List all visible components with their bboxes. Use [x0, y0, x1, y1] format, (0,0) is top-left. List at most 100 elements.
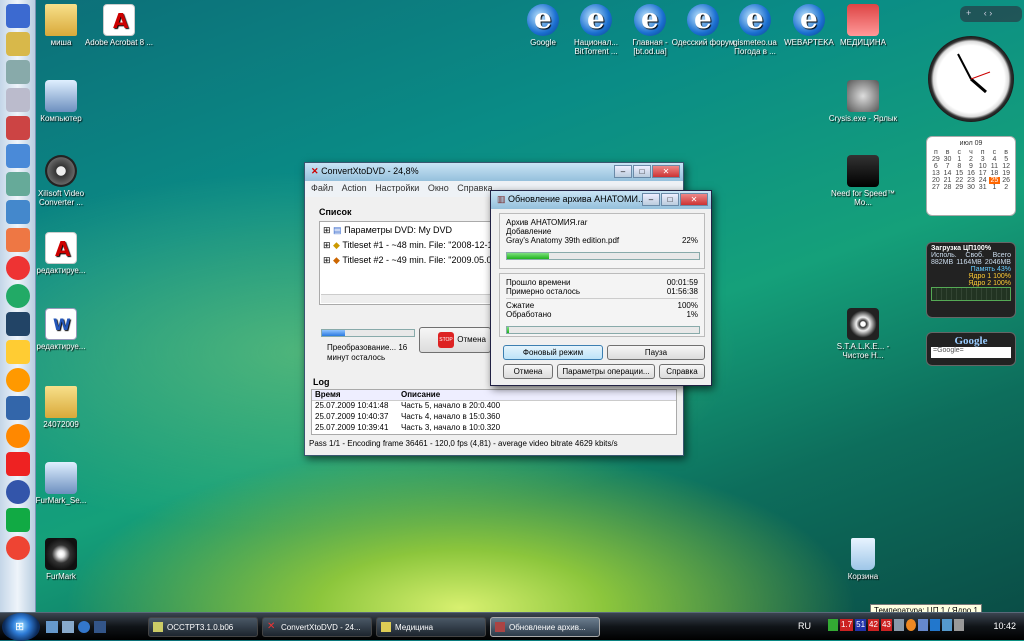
show-desktop-icon[interactable]: [46, 621, 58, 633]
taskbar-item-winrar[interactable]: Обновление архив...: [490, 617, 600, 637]
log-col-time[interactable]: Время: [312, 390, 398, 400]
winrar-window: ▥ Обновление архива АНАТОМИ... – □ ✕ Архив…: [490, 190, 712, 386]
minimize-button[interactable]: –: [614, 165, 632, 178]
winrar-icon: [495, 622, 505, 632]
tree-scrollbar[interactable]: [321, 294, 491, 303]
word-icon[interactable]: [94, 621, 106, 633]
status-bar: Pass 1/1 - Encoding frame 36461 - 120,0 …: [309, 439, 618, 448]
desktop-icon-stalker[interactable]: S.T.A.L.K.E... - Чистое Н...: [828, 308, 898, 360]
winrar-icon: ▥: [497, 194, 506, 204]
operation-options-button[interactable]: Параметры операции...: [557, 364, 655, 379]
window-title: ConvertXtoDVD - 24,8%: [321, 166, 419, 176]
desktop-icon-medicina[interactable]: МЕДИЦИНА: [828, 4, 898, 47]
window-title: Обновление архива АНАТОМИ...: [508, 194, 646, 204]
convertx-logo-icon: ✕: [311, 166, 319, 176]
menu-file[interactable]: Файл: [311, 183, 333, 193]
tray-network-icon[interactable]: [917, 619, 928, 631]
minimize-button[interactable]: –: [642, 193, 660, 206]
taskbar-item-occt[interactable]: OCCTPT3.1.0.b06: [148, 617, 258, 637]
maximize-button[interactable]: □: [661, 193, 679, 206]
cancel-button[interactable]: Отмена: [503, 364, 553, 379]
file-percent: 22%: [681, 236, 698, 245]
maximize-button[interactable]: □: [633, 165, 651, 178]
tree-item-titleset-1[interactable]: ⊞ ◆ Titleset #1 - ~48 min. File: "2008-1…: [323, 240, 505, 251]
desktop-icon-doc-edit[interactable]: редактируе...: [26, 308, 96, 351]
clock[interactable]: 10:42: [993, 621, 1016, 631]
ie-icon[interactable]: [78, 621, 90, 633]
calendar-month: июл 09: [959, 140, 983, 147]
tray-ru-icon[interactable]: [929, 619, 940, 631]
file-progress-bar: [506, 252, 700, 260]
tree-item-titleset-2[interactable]: ⊞ ◆ Titleset #2 - ~49 min. File: "2009.0…: [323, 255, 504, 266]
desktop-icon-furmark[interactable]: FurMark: [26, 538, 96, 581]
language-indicator[interactable]: RU: [798, 621, 811, 631]
switch-windows-icon[interactable]: [62, 621, 74, 633]
folder-icon: [45, 386, 77, 418]
menu-help[interactable]: Справка: [457, 183, 492, 193]
list-header: Список: [319, 207, 352, 217]
stop-icon: STOP: [438, 332, 454, 348]
tray-security-icon[interactable]: [905, 619, 916, 631]
desktop-icon-furmark-setup[interactable]: FurMark_Se...: [26, 462, 96, 505]
ie-icon: [793, 2, 825, 36]
tray-temp-2[interactable]: 51: [855, 619, 867, 631]
folder-icon: [45, 4, 77, 36]
tray-temp-4[interactable]: 43: [880, 619, 892, 631]
remaining-time: 01:56:38: [666, 287, 698, 296]
taskbar: ⊞ OCCTPT3.1.0.b06 ✕ ConvertXtoDVD - 24...…: [0, 612, 1024, 641]
close-button[interactable]: ✕: [652, 165, 680, 178]
help-button[interactable]: Справка: [659, 364, 705, 379]
table-row: 25.07.2009 10:40:37 Часть 4, начало в 15:…: [315, 412, 501, 421]
menu-window[interactable]: Окно: [428, 183, 449, 193]
tray-temp-1[interactable]: 1.7: [840, 619, 854, 631]
desktop-icon-computer[interactable]: Компьютер: [26, 80, 96, 123]
convertxtodvd-titlebar[interactable]: ✕ ConvertXtoDVD - 24,8% – □ ✕: [305, 163, 683, 181]
google-search-input[interactable]: =Google=: [931, 347, 1011, 358]
menu-settings[interactable]: Настройки: [375, 183, 419, 193]
volume-icon[interactable]: [953, 619, 964, 631]
tray-monitor-icon[interactable]: [941, 619, 952, 631]
compression-ratio: 100%: [677, 301, 698, 310]
tray-app-icon[interactable]: [828, 619, 838, 631]
calendar-gadget[interactable]: июл 09 пвсчпсв 29 30 1 2 3 4 5 6 7 8 9 10 11 12 13 14…: [926, 136, 1016, 216]
desktop-icon-recycle-bin[interactable]: Корзина: [828, 538, 898, 581]
calendar-grid: пвсчпсв 29 30 1 2 3 4 5 6 7 8 9 10 11 12 13 14 15 16 17 1…: [931, 149, 1011, 191]
browser-icon[interactable]: [5, 284, 30, 308]
table-row: 25.07.2009 10:39:41 Часть 3, начало в 10:…: [315, 423, 501, 432]
utorrent-icon[interactable]: [5, 508, 30, 532]
film-reel-icon: [45, 155, 77, 187]
menu-action[interactable]: Action: [342, 183, 367, 193]
tray-temp-3[interactable]: 42: [868, 619, 879, 631]
log-col-desc[interactable]: Описание: [398, 390, 440, 400]
desktop-icon-xilisoft[interactable]: Xilisoft Video Converter ...: [26, 155, 96, 207]
desktop-icon-acrobat[interactable]: Adobe Acrobat 8 ...: [84, 4, 154, 47]
convert-status-text: Преобразование... 16 минут осталось: [327, 343, 408, 362]
sidebar-controls[interactable]: + ‹ ›: [960, 6, 1022, 22]
occt-icon: [153, 622, 163, 632]
background-mode-button[interactable]: Фоновый режим: [503, 345, 603, 360]
recycle-bin-icon: [851, 538, 875, 570]
clock-hands-icon: [957, 53, 991, 94]
archive-action: Добавление: [506, 227, 552, 236]
desktop-icon-crysis[interactable]: Crysis.exe - Ярлык: [828, 80, 898, 123]
tree-item-dvd-params[interactable]: ⊞ ▤ Параметры DVD: My DVD: [323, 225, 487, 236]
taskbar-item-convertx[interactable]: ✕ ConvertXtoDVD - 24...: [262, 617, 372, 637]
current-file: Gray's Anatomy 39th edition.pdf: [506, 236, 620, 245]
quick-launch: [46, 621, 106, 633]
desktop-icon-24072009[interactable]: 24072009: [26, 386, 96, 429]
cancel-convert-button[interactable]: STOP Отмена: [419, 327, 491, 353]
project-tree: ⊞ ▤ Параметры DVD: My DVD ⊞ ◆ Titleset #…: [319, 221, 505, 305]
desktop-icon-pdf-edit[interactable]: редактируе...: [26, 232, 96, 275]
table-row: 25.07.2009 10:41:48 Часть 5, начало в 20:…: [315, 401, 501, 410]
pause-button[interactable]: Пауза: [607, 345, 705, 360]
google-logo: Google: [954, 335, 988, 347]
google-gadget: Google =Google=: [926, 332, 1016, 366]
computer-icon: [45, 80, 77, 112]
close-button[interactable]: ✕: [680, 193, 708, 206]
desktop-icon-nfs[interactable]: Need for Speed™ Mo...: [828, 155, 898, 207]
taskbar-item-medicina[interactable]: Медицина: [376, 617, 486, 637]
pdf-icon: [45, 232, 77, 264]
winrar-titlebar[interactable]: ▥ Обновление архива АНАТОМИ... – □ ✕: [491, 191, 711, 209]
tray-tool-icon[interactable]: [893, 619, 904, 631]
start-button[interactable]: ⊞: [2, 613, 40, 641]
